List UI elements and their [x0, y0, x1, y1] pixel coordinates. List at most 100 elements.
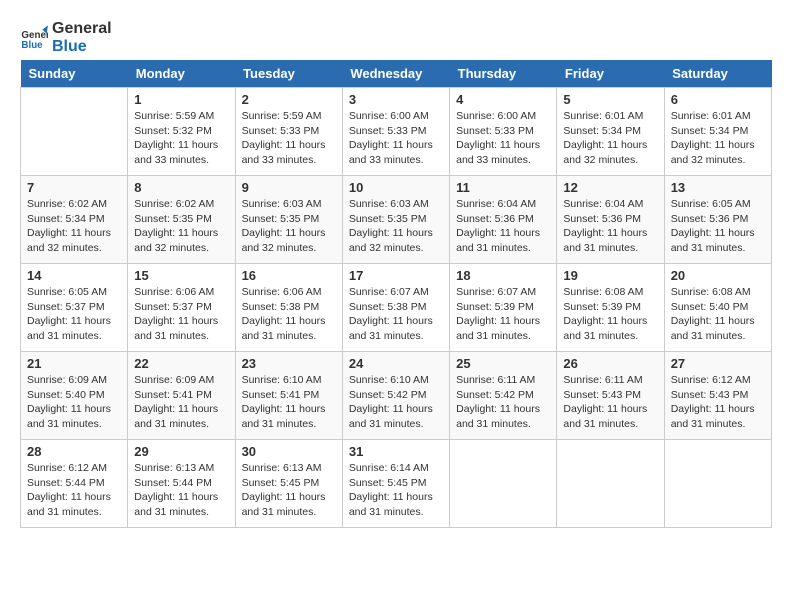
calendar-cell: 23 Sunrise: 6:10 AMSunset: 5:41 PMDayligh…	[235, 352, 342, 440]
day-info: Sunrise: 6:12 AMSunset: 5:43 PMDaylight:…	[671, 373, 765, 432]
calendar-cell: 26 Sunrise: 6:11 AMSunset: 5:43 PMDayligh…	[557, 352, 664, 440]
day-info: Sunrise: 6:09 AMSunset: 5:40 PMDaylight:…	[27, 373, 121, 432]
day-number: 18	[456, 268, 550, 283]
day-info: Sunrise: 6:06 AMSunset: 5:38 PMDaylight:…	[242, 285, 336, 344]
calendar-cell: 12Sunrise: 6:04 AMSunset: 5:36 PMDayligh…	[557, 176, 664, 264]
day-info: Sunrise: 6:06 AMSunset: 5:37 PMDaylight:…	[134, 285, 228, 344]
day-number: 1	[134, 92, 228, 107]
calendar-cell: 6 Sunrise: 6:01 AMSunset: 5:34 PMDaylight…	[664, 88, 771, 176]
logo: General Blue General Blue	[20, 20, 112, 56]
calendar-cell: 9 Sunrise: 6:03 AMSunset: 5:35 PMDaylight…	[235, 176, 342, 264]
day-info: Sunrise: 6:11 AMSunset: 5:42 PMDaylight:…	[456, 373, 550, 432]
calendar-cell: 21 Sunrise: 6:09 AMSunset: 5:40 PMDayligh…	[21, 352, 128, 440]
day-number: 8	[134, 180, 228, 195]
day-number: 21	[27, 356, 121, 371]
calendar-cell: 5 Sunrise: 6:01 AMSunset: 5:34 PMDaylight…	[557, 88, 664, 176]
calendar-cell: 27 Sunrise: 6:12 AMSunset: 5:43 PMDayligh…	[664, 352, 771, 440]
day-number: 31	[349, 444, 443, 459]
calendar-cell: 7 Sunrise: 6:02 AMSunset: 5:34 PMDaylight…	[21, 176, 128, 264]
day-info: Sunrise: 6:00 AMSunset: 5:33 PMDaylight:…	[456, 109, 550, 168]
day-info: Sunrise: 6:04 AMSunset: 5:36 PMDaylight:…	[456, 197, 550, 256]
calendar-cell: 19Sunrise: 6:08 AMSunset: 5:39 PMDayligh…	[557, 264, 664, 352]
calendar-cell: 22Sunrise: 6:09 AMSunset: 5:41 PMDayligh…	[128, 352, 235, 440]
day-info: Sunrise: 6:12 AMSunset: 5:44 PMDaylight:…	[27, 461, 121, 520]
calendar-cell: 10 Sunrise: 6:03 AMSunset: 5:35 PMDayligh…	[342, 176, 449, 264]
day-number: 13	[671, 180, 765, 195]
day-number: 10	[349, 180, 443, 195]
calendar-cell: 15 Sunrise: 6:06 AMSunset: 5:37 PMDayligh…	[128, 264, 235, 352]
day-number: 28	[27, 444, 121, 459]
calendar-cell	[450, 440, 557, 528]
day-info: Sunrise: 6:03 AMSunset: 5:35 PMDaylight:…	[349, 197, 443, 256]
calendar-cell: 31 Sunrise: 6:14 AMSunset: 5:45 PMDayligh…	[342, 440, 449, 528]
calendar-cell: 13 Sunrise: 6:05 AMSunset: 5:36 PMDayligh…	[664, 176, 771, 264]
day-header-saturday: Saturday	[664, 60, 771, 88]
calendar-cell: 3Sunrise: 6:00 AMSunset: 5:33 PMDaylight…	[342, 88, 449, 176]
calendar-cell: 28 Sunrise: 6:12 AMSunset: 5:44 PMDayligh…	[21, 440, 128, 528]
day-info: Sunrise: 5:59 AMSunset: 5:32 PMDaylight:…	[134, 109, 228, 168]
day-number: 5	[563, 92, 657, 107]
calendar-cell: 11 Sunrise: 6:04 AMSunset: 5:36 PMDayligh…	[450, 176, 557, 264]
day-number: 23	[242, 356, 336, 371]
day-number: 12	[563, 180, 657, 195]
calendar-week-5: 28 Sunrise: 6:12 AMSunset: 5:44 PMDayligh…	[21, 440, 772, 528]
day-number: 9	[242, 180, 336, 195]
day-number: 14	[27, 268, 121, 283]
day-info: Sunrise: 6:01 AMSunset: 5:34 PMDaylight:…	[563, 109, 657, 168]
day-number: 22	[134, 356, 228, 371]
day-number: 27	[671, 356, 765, 371]
day-header-friday: Friday	[557, 60, 664, 88]
calendar-cell: 1 Sunrise: 5:59 AMSunset: 5:32 PMDaylight…	[128, 88, 235, 176]
day-number: 25	[456, 356, 550, 371]
day-number: 20	[671, 268, 765, 283]
day-info: Sunrise: 6:01 AMSunset: 5:34 PMDaylight:…	[671, 109, 765, 168]
day-info: Sunrise: 6:05 AMSunset: 5:36 PMDaylight:…	[671, 197, 765, 256]
day-info: Sunrise: 6:11 AMSunset: 5:43 PMDaylight:…	[563, 373, 657, 432]
calendar-cell: 4 Sunrise: 6:00 AMSunset: 5:33 PMDaylight…	[450, 88, 557, 176]
day-info: Sunrise: 6:13 AMSunset: 5:44 PMDaylight:…	[134, 461, 228, 520]
day-info: Sunrise: 6:07 AMSunset: 5:39 PMDaylight:…	[456, 285, 550, 344]
calendar-header-row: SundayMondayTuesdayWednesdayThursdayFrid…	[21, 60, 772, 88]
day-info: Sunrise: 6:10 AMSunset: 5:41 PMDaylight:…	[242, 373, 336, 432]
calendar-cell: 2Sunrise: 5:59 AMSunset: 5:33 PMDaylight…	[235, 88, 342, 176]
day-info: Sunrise: 6:00 AMSunset: 5:33 PMDaylight:…	[349, 109, 443, 168]
day-number: 11	[456, 180, 550, 195]
calendar-week-1: 1 Sunrise: 5:59 AMSunset: 5:32 PMDaylight…	[21, 88, 772, 176]
calendar-week-4: 21 Sunrise: 6:09 AMSunset: 5:40 PMDayligh…	[21, 352, 772, 440]
calendar-cell: 16 Sunrise: 6:06 AMSunset: 5:38 PMDayligh…	[235, 264, 342, 352]
day-number: 7	[27, 180, 121, 195]
logo-line1: General	[52, 20, 112, 38]
day-number: 2	[242, 92, 336, 107]
calendar-cell	[664, 440, 771, 528]
day-number: 15	[134, 268, 228, 283]
calendar-cell	[21, 88, 128, 176]
calendar-cell: 25 Sunrise: 6:11 AMSunset: 5:42 PMDayligh…	[450, 352, 557, 440]
calendar-cell: 24Sunrise: 6:10 AMSunset: 5:42 PMDayligh…	[342, 352, 449, 440]
calendar: SundayMondayTuesdayWednesdayThursdayFrid…	[20, 60, 772, 528]
calendar-cell: 29Sunrise: 6:13 AMSunset: 5:44 PMDayligh…	[128, 440, 235, 528]
day-header-thursday: Thursday	[450, 60, 557, 88]
calendar-cell	[557, 440, 664, 528]
calendar-cell: 20Sunrise: 6:08 AMSunset: 5:40 PMDayligh…	[664, 264, 771, 352]
day-info: Sunrise: 6:08 AMSunset: 5:39 PMDaylight:…	[563, 285, 657, 344]
calendar-cell: 14 Sunrise: 6:05 AMSunset: 5:37 PMDayligh…	[21, 264, 128, 352]
day-info: Sunrise: 6:13 AMSunset: 5:45 PMDaylight:…	[242, 461, 336, 520]
calendar-week-3: 14 Sunrise: 6:05 AMSunset: 5:37 PMDayligh…	[21, 264, 772, 352]
day-number: 4	[456, 92, 550, 107]
day-info: Sunrise: 6:14 AMSunset: 5:45 PMDaylight:…	[349, 461, 443, 520]
day-info: Sunrise: 6:02 AMSunset: 5:34 PMDaylight:…	[27, 197, 121, 256]
day-header-sunday: Sunday	[21, 60, 128, 88]
calendar-cell: 17Sunrise: 6:07 AMSunset: 5:38 PMDayligh…	[342, 264, 449, 352]
day-header-wednesday: Wednesday	[342, 60, 449, 88]
svg-text:Blue: Blue	[21, 40, 43, 51]
day-header-tuesday: Tuesday	[235, 60, 342, 88]
calendar-cell: 18 Sunrise: 6:07 AMSunset: 5:39 PMDayligh…	[450, 264, 557, 352]
day-number: 16	[242, 268, 336, 283]
day-header-monday: Monday	[128, 60, 235, 88]
calendar-cell: 30Sunrise: 6:13 AMSunset: 5:45 PMDayligh…	[235, 440, 342, 528]
header: General Blue General Blue	[20, 20, 772, 56]
day-info: Sunrise: 6:03 AMSunset: 5:35 PMDaylight:…	[242, 197, 336, 256]
day-number: 26	[563, 356, 657, 371]
day-number: 6	[671, 92, 765, 107]
day-info: Sunrise: 6:05 AMSunset: 5:37 PMDaylight:…	[27, 285, 121, 344]
